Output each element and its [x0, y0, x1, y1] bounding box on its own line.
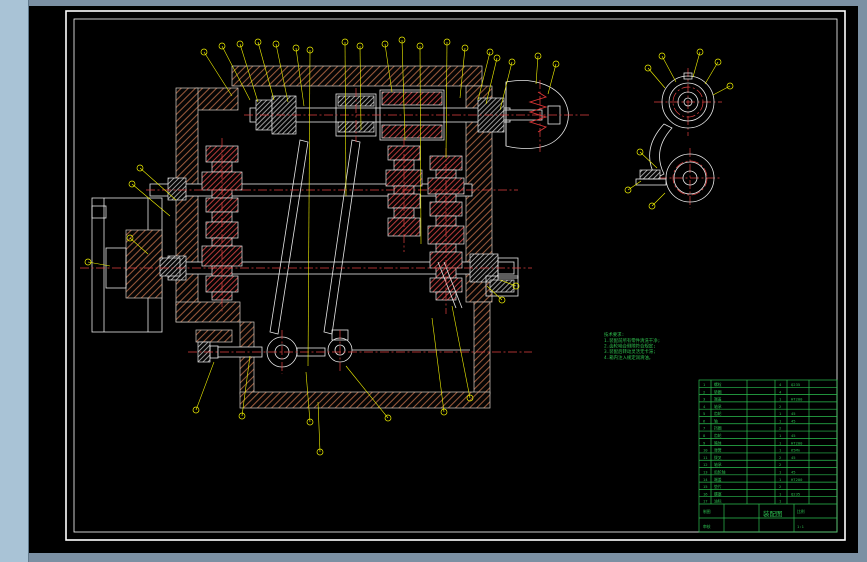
svg-text:8: 8: [703, 433, 706, 438]
svg-text:螺塞: 螺塞: [714, 491, 722, 496]
svg-text:45: 45: [791, 455, 796, 460]
svg-text:2: 2: [779, 426, 781, 431]
svg-text:拨叉: 拨叉: [714, 455, 722, 460]
svg-text:齿轮: 齿轮: [714, 411, 722, 416]
svg-text:6: 6: [703, 418, 706, 423]
svg-text:1: 1: [779, 499, 782, 504]
svg-text:17: 17: [703, 499, 708, 504]
svg-text:5: 5: [703, 411, 705, 416]
svg-text:1: 1: [779, 491, 782, 496]
svg-text:16: 16: [703, 491, 708, 496]
bom-table: 1 螺栓 4 Q235 2 垫圈 4 3 端盖 1 HT200 4 轴承 2 5 齿轮 1 45 6 轴 1 45 7 挡圈 2…: [698, 379, 838, 533]
svg-text:9: 9: [703, 440, 706, 445]
svg-text:45: 45: [791, 470, 796, 475]
cad-viewer: 技术要求: 1.装配前所有零件清洗干净; 2.齿轮啮合侧隙符合规定; 3.装配后转动…: [0, 0, 867, 562]
svg-text:轴: 轴: [714, 418, 718, 423]
technical-notes: 技术要求: 1.装配前所有零件清洗干净;2.齿轮啮合侧隙符合规定;3.装配后转动…: [604, 331, 660, 361]
svg-text:1:1: 1:1: [797, 524, 805, 529]
drawing-canvas[interactable]: 技术要求: 1.装配前所有零件清洗干净; 2.齿轮啮合侧隙符合规定; 3.装配后转动…: [29, 6, 858, 553]
svg-text:Q235: Q235: [791, 491, 800, 496]
svg-text:65Mn: 65Mn: [791, 448, 800, 453]
svg-text:45: 45: [791, 411, 796, 416]
svg-text:2: 2: [779, 455, 781, 460]
svg-text:10: 10: [703, 448, 708, 453]
svg-text:45: 45: [791, 418, 796, 423]
svg-text:齿轮轴: 齿轮轴: [714, 470, 726, 475]
left-scroll-strip[interactable]: [0, 0, 29, 562]
svg-text:14: 14: [703, 477, 708, 482]
svg-text:1: 1: [779, 411, 782, 416]
svg-text:4: 4: [779, 389, 782, 394]
svg-text:2: 2: [779, 462, 781, 467]
svg-text:3.装配后转动灵活无卡滞;: 3.装配后转动灵活无卡滞;: [604, 348, 656, 355]
svg-text:制图: 制图: [703, 509, 711, 514]
svg-text:2.齿轮啮合侧隙符合规定;: 2.齿轮啮合侧隙符合规定;: [604, 343, 656, 350]
svg-text:4: 4: [703, 404, 706, 409]
svg-text:轴承: 轴承: [714, 462, 722, 467]
svg-text:4: 4: [779, 382, 782, 387]
svg-text:油标: 油标: [714, 499, 722, 504]
svg-text:12: 12: [703, 462, 708, 467]
svg-text:齿轮: 齿轮: [714, 433, 722, 438]
svg-text:垫片: 垫片: [714, 484, 722, 489]
svg-text:2: 2: [779, 404, 781, 409]
svg-text:1: 1: [779, 470, 782, 475]
notes-title: 技术要求:: [604, 331, 624, 338]
bom-grid: 1 螺栓 4 Q235 2 垫圈 4 3 端盖 1 HT200 4 轴承 2 5 齿轮 1 45 6 轴 1 45 7 挡圈 2…: [698, 379, 838, 533]
input-shaft-assembly: [249, 80, 569, 149]
svg-text:端盖: 端盖: [714, 397, 722, 402]
svg-text:1: 1: [703, 382, 706, 387]
svg-text:7: 7: [703, 426, 705, 431]
notes-lines: 1.装配前所有零件清洗干净;2.齿轮啮合侧隙符合规定;3.装配后转动灵活无卡滞;…: [604, 337, 660, 361]
svg-text:HT200: HT200: [791, 477, 803, 482]
svg-text:HT200: HT200: [791, 397, 803, 402]
svg-text:13: 13: [703, 470, 708, 475]
svg-text:HT200: HT200: [791, 440, 803, 445]
svg-text:比例: 比例: [797, 509, 805, 514]
svg-text:审核: 审核: [703, 524, 711, 529]
svg-text:1: 1: [779, 448, 782, 453]
svg-text:垫圈: 垫圈: [714, 389, 722, 394]
shifter-mechanism: [197, 329, 470, 368]
svg-text:1: 1: [779, 418, 782, 423]
svg-text:2: 2: [779, 484, 781, 489]
svg-text:1: 1: [779, 433, 782, 438]
svg-text:弹簧: 弹簧: [714, 448, 722, 453]
svg-text:1.装配前所有零件清洗干净;: 1.装配前所有零件清洗干净;: [604, 337, 660, 344]
svg-text:11: 11: [703, 455, 708, 460]
svg-text:4.箱内注入规定润滑油。: 4.箱内注入规定润滑油。: [604, 354, 653, 361]
svg-text:螺栓: 螺栓: [714, 382, 722, 387]
svg-text:2: 2: [703, 389, 705, 394]
cad-sheet-svg: 技术要求: 1.装配前所有零件清洗干净;2.齿轮啮合侧隙符合规定;3.装配后转动…: [65, 10, 846, 541]
svg-text:45: 45: [791, 433, 796, 438]
svg-text:轴承: 轴承: [714, 404, 722, 409]
svg-text:Q235: Q235: [791, 382, 800, 387]
svg-text:挡圈: 挡圈: [714, 426, 722, 431]
svg-text:端盖: 端盖: [714, 477, 722, 482]
svg-text:1: 1: [779, 440, 782, 445]
svg-text:15: 15: [703, 484, 708, 489]
svg-text:装配图: 装配图: [763, 509, 783, 518]
svg-text:1: 1: [779, 477, 782, 482]
svg-text:3: 3: [703, 397, 705, 402]
svg-text:1: 1: [779, 397, 782, 402]
detail-view-lower: [635, 123, 715, 203]
svg-text:箱体: 箱体: [714, 440, 722, 445]
